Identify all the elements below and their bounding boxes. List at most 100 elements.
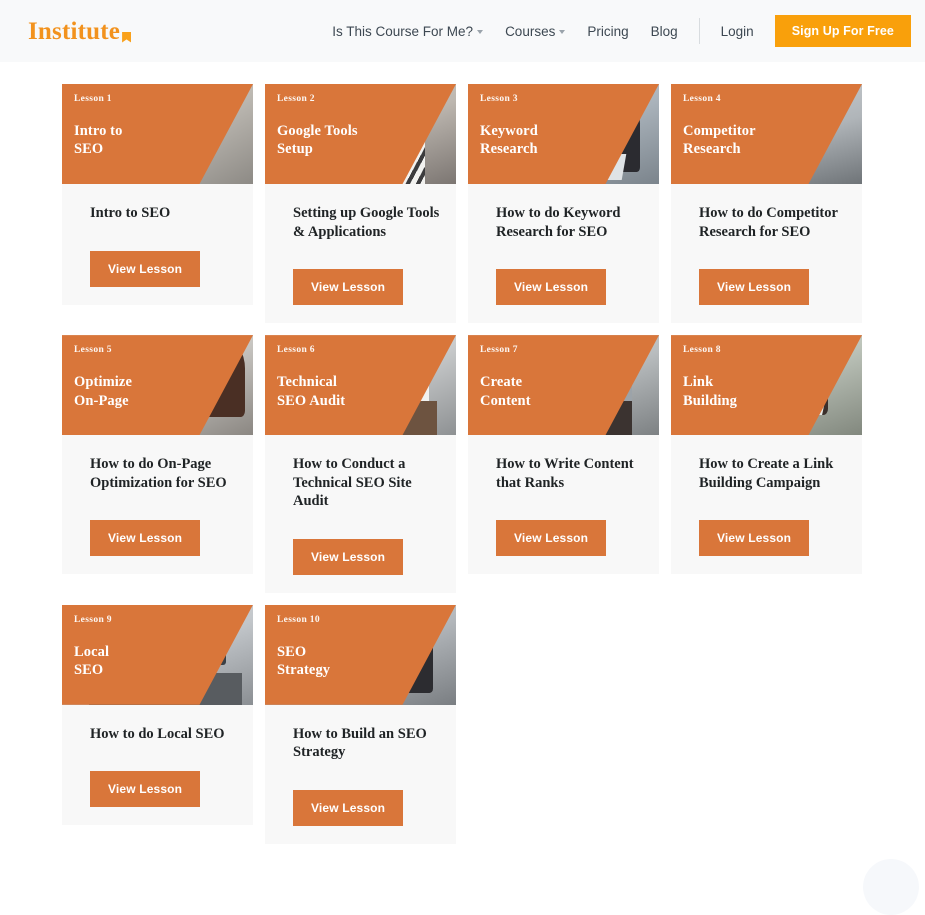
lesson-card-body: How to do Competitor Research for SEO Vie… xyxy=(671,184,862,323)
lesson-number: Lesson 6 xyxy=(277,345,345,355)
lesson-card-body: How to Build an SEO Strategy View Lesson xyxy=(265,705,456,844)
lesson-banner-title: Intro toSEO xyxy=(74,122,122,159)
lesson-card-banner-text: Lesson 2 Google ToolsSetup xyxy=(277,94,358,159)
view-lesson-button[interactable]: View Lesson xyxy=(293,790,403,826)
lesson-card-body: How to Write Content that Ranks View Less… xyxy=(468,435,659,574)
lesson-card-banner: Lesson 4 CompetitorResearch xyxy=(671,84,862,184)
lesson-card-banner: Lesson 1 Intro toSEO xyxy=(62,84,253,184)
lesson-title: How to Write Content that Ranks xyxy=(496,455,645,492)
nav-label: Blog xyxy=(651,24,678,39)
lesson-card[interactable]: Lesson 5 OptimizeOn-Page How to do On-Page… xyxy=(62,335,253,574)
lesson-number: Lesson 9 xyxy=(74,615,112,625)
lesson-title: How to do On-Page Optimization for SEO xyxy=(90,455,239,492)
lesson-card-body: Intro to SEO View Lesson xyxy=(62,184,253,305)
lesson-banner-title: KeywordResearch xyxy=(480,122,538,159)
lesson-card-banner-text: Lesson 8 LinkBuilding xyxy=(683,345,737,410)
lesson-card-banner: Lesson 8 LinkBuilding xyxy=(671,335,862,435)
lesson-title: How to Build an SEO Strategy xyxy=(293,725,442,762)
site-header: Institute Is This Course For Me? Courses… xyxy=(0,0,925,62)
lesson-card-banner: Lesson 10 SEOStrategy xyxy=(265,605,456,705)
lesson-card-banner-text: Lesson 9 LocalSEO xyxy=(74,615,112,680)
lesson-number: Lesson 2 xyxy=(277,94,358,104)
view-lesson-button[interactable]: View Lesson xyxy=(496,520,606,556)
view-lesson-button[interactable]: View Lesson xyxy=(699,269,809,305)
lesson-title: How to do Keyword Research for SEO xyxy=(496,204,645,241)
lesson-title: Setting up Google Tools & Applications xyxy=(293,204,442,241)
bookmark-icon xyxy=(122,32,131,43)
site-logo-text: Institute xyxy=(28,19,120,44)
login-link[interactable]: Login xyxy=(710,24,765,39)
site-logo[interactable]: Institute xyxy=(28,19,131,44)
view-lesson-button[interactable]: View Lesson xyxy=(293,539,403,575)
view-lesson-button[interactable]: View Lesson xyxy=(496,269,606,305)
lesson-card[interactable]: Lesson 8 LinkBuilding How to Create a Link… xyxy=(671,335,862,574)
nav-label: Pricing xyxy=(587,24,628,39)
primary-nav: Is This Course For Me? Courses Pricing B… xyxy=(321,15,911,47)
lesson-card[interactable]: Lesson 10 SEOStrategy How to Build an SEO … xyxy=(265,605,456,844)
lesson-card-body: How to do Local SEO View Lesson xyxy=(62,705,253,826)
lesson-card-banner-text: Lesson 10 SEOStrategy xyxy=(277,615,330,680)
lesson-card-banner-text: Lesson 1 Intro toSEO xyxy=(74,94,122,159)
lesson-banner-title: LocalSEO xyxy=(74,643,112,680)
lesson-card-body: How to do On-Page Optimization for SEO Vi… xyxy=(62,435,253,574)
lesson-number: Lesson 10 xyxy=(277,615,330,625)
lesson-card[interactable]: Lesson 4 CompetitorResearch How to do Comp… xyxy=(671,84,862,323)
lesson-number: Lesson 7 xyxy=(480,345,531,355)
lesson-banner-title: SEOStrategy xyxy=(277,643,330,680)
lesson-card-banner-text: Lesson 4 CompetitorResearch xyxy=(683,94,756,159)
nav-label: Is This Course For Me? xyxy=(332,24,473,39)
lesson-card-banner-text: Lesson 7 CreateContent xyxy=(480,345,531,410)
nav-pricing[interactable]: Pricing xyxy=(576,24,639,39)
login-label: Login xyxy=(721,24,754,39)
lesson-card[interactable]: Lesson 9 LocalSEO How to do Local SEO View … xyxy=(62,605,253,826)
view-lesson-button[interactable]: View Lesson xyxy=(699,520,809,556)
chat-widget-bubble[interactable] xyxy=(863,859,919,915)
lesson-card-banner: Lesson 9 LocalSEO xyxy=(62,605,253,705)
view-lesson-button[interactable]: View Lesson xyxy=(293,269,403,305)
lesson-card[interactable]: Lesson 7 CreateContent How to Write Conten… xyxy=(468,335,659,574)
chevron-down-icon xyxy=(477,30,483,34)
lesson-banner-title: CompetitorResearch xyxy=(683,122,756,159)
lesson-title: Intro to SEO xyxy=(90,204,239,223)
lesson-number: Lesson 5 xyxy=(74,345,132,355)
lesson-card-banner: Lesson 2 Google ToolsSetup xyxy=(265,84,456,184)
lesson-title: How to Create a Link Building Campaign xyxy=(699,455,848,492)
nav-divider xyxy=(699,18,700,44)
lesson-banner-title: CreateContent xyxy=(480,373,531,410)
view-lesson-button[interactable]: View Lesson xyxy=(90,251,200,287)
lesson-card-banner: Lesson 3 KeywordResearch xyxy=(468,84,659,184)
lesson-banner-title: Google ToolsSetup xyxy=(277,122,358,159)
lesson-title: How to do Local SEO xyxy=(90,725,239,744)
lesson-title: How to do Competitor Research for SEO xyxy=(699,204,848,241)
lesson-banner-title: OptimizeOn-Page xyxy=(74,373,132,410)
chevron-down-icon xyxy=(559,30,565,34)
lesson-card-banner: Lesson 6 TechnicalSEO Audit xyxy=(265,335,456,435)
lesson-card-grid: Lesson 1 Intro toSEO Intro to SEO View Less… xyxy=(0,62,925,844)
nav-is-this-course-for-me[interactable]: Is This Course For Me? xyxy=(321,24,494,39)
lesson-card[interactable]: Lesson 2 Google ToolsSetup Setting up Goog… xyxy=(265,84,456,323)
lesson-number: Lesson 8 xyxy=(683,345,737,355)
lesson-card-body: How to Conduct a Technical SEO Site Audi… xyxy=(265,435,456,593)
lesson-card[interactable]: Lesson 1 Intro toSEO Intro to SEO View Less… xyxy=(62,84,253,305)
lesson-card-banner-text: Lesson 5 OptimizeOn-Page xyxy=(74,345,132,410)
lesson-card-body: How to Create a Link Building Campaign Vi… xyxy=(671,435,862,574)
lesson-card-body: Setting up Google Tools & Applications Vi… xyxy=(265,184,456,323)
nav-blog[interactable]: Blog xyxy=(640,24,689,39)
lesson-card-banner-text: Lesson 3 KeywordResearch xyxy=(480,94,538,159)
lesson-card-banner: Lesson 5 OptimizeOn-Page xyxy=(62,335,253,435)
lesson-card-banner-text: Lesson 6 TechnicalSEO Audit xyxy=(277,345,345,410)
nav-label: Courses xyxy=(505,24,555,39)
view-lesson-button[interactable]: View Lesson xyxy=(90,771,200,807)
view-lesson-button[interactable]: View Lesson xyxy=(90,520,200,556)
lesson-card-banner: Lesson 7 CreateContent xyxy=(468,335,659,435)
lesson-number: Lesson 4 xyxy=(683,94,756,104)
lesson-number: Lesson 1 xyxy=(74,94,122,104)
lesson-banner-title: TechnicalSEO Audit xyxy=(277,373,345,410)
lesson-card[interactable]: Lesson 6 TechnicalSEO Audit How to Conduct… xyxy=(265,335,456,593)
nav-courses[interactable]: Courses xyxy=(494,24,576,39)
lesson-title: How to Conduct a Technical SEO Site Audi… xyxy=(293,455,442,511)
lesson-banner-title: LinkBuilding xyxy=(683,373,737,410)
lesson-card[interactable]: Lesson 3 KeywordResearch How to do Keyword… xyxy=(468,84,659,323)
lesson-number: Lesson 3 xyxy=(480,94,538,104)
signup-button[interactable]: Sign Up For Free xyxy=(775,15,911,47)
